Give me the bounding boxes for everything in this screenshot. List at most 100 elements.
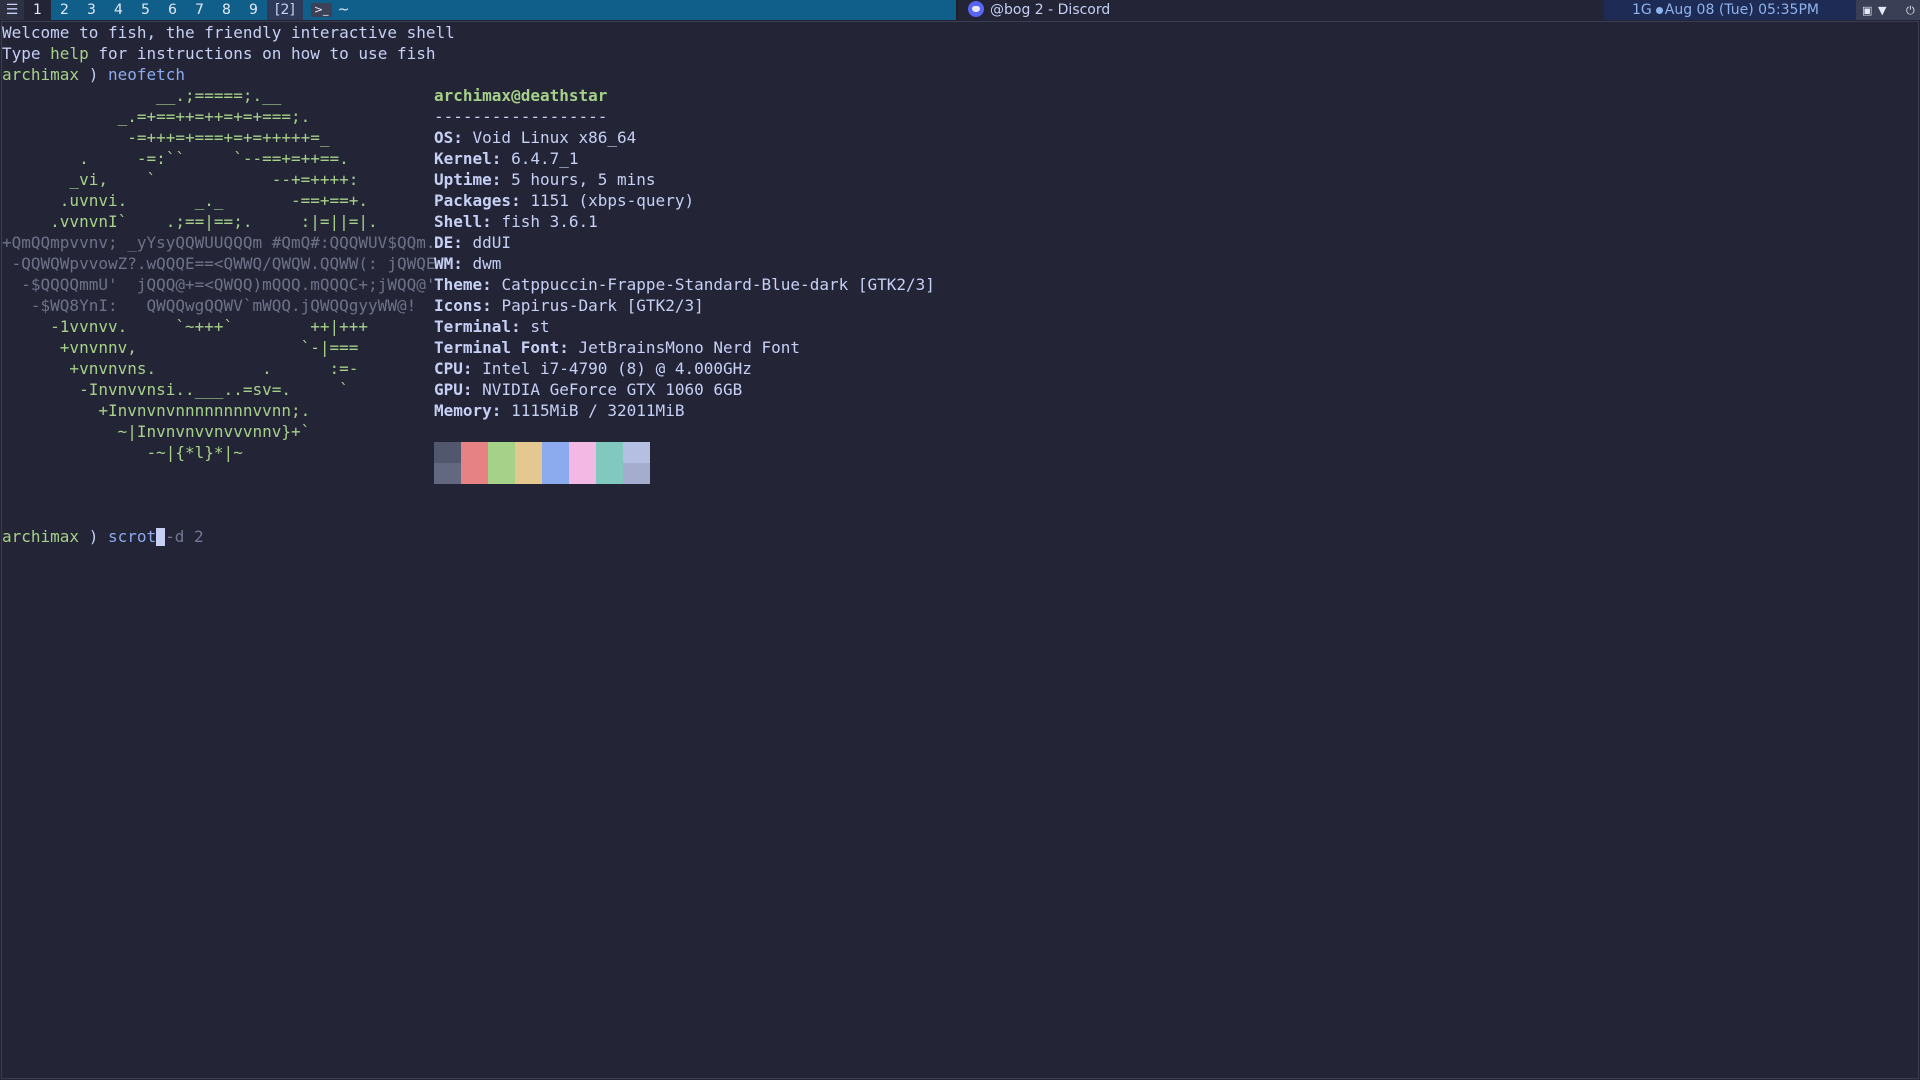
info-row: Packages: 1151 (xbps-query) <box>434 191 695 210</box>
info-row: WM: dwm <box>434 254 502 273</box>
info-key: Icons <box>434 296 483 315</box>
palette-swatch <box>434 442 461 463</box>
prompt-line-1: archimax ) neofetch <box>2 64 185 85</box>
palette-swatch <box>461 463 488 484</box>
terminal-icon: >_ <box>310 3 332 17</box>
info-row: GPU: NVIDIA GeForce GTX 1060 6GB <box>434 380 743 399</box>
help-pre: Type <box>2 44 51 63</box>
window-title-text: @bog 2 - Discord <box>990 2 1111 18</box>
memory-status: 1G <box>1632 2 1652 18</box>
top-bar: ☰ 1 2 3 4 5 6 7 8 9 [2] >_ ~ @bog 2 - Discord 1G Aug… <box>0 0 1920 20</box>
info-value: NVIDIA GeForce GTX 1060 6GB <box>482 380 743 399</box>
info-key: Uptime <box>434 170 492 189</box>
datetime: Aug 08 (Tue) 05:35PM <box>1664 2 1819 18</box>
info-key: CPU <box>434 359 463 378</box>
logo-line: -$WQ8YnI: QWQQwgQQWV`mWQQ.jQWQQgyyWW@! <box>2 296 417 315</box>
logo-line: +Invnvnvnnnnnnnnvvnn;. <box>2 401 311 420</box>
logo-line: .uvnvi. _._ -==+==+. <box>2 191 369 210</box>
info-key: Shell <box>434 212 483 231</box>
info-value: 6.4.7_1 <box>511 149 579 168</box>
palette-swatch <box>461 442 488 463</box>
terminal-window[interactable]: Welcome to fish, the friendly interactiv… <box>1 21 1919 1079</box>
logo-line: -Invnvvnsi..___..=sv=. ` <box>2 380 349 399</box>
info-row: Memory: 1115MiB / 32011MiB <box>434 401 685 420</box>
logo-line: . -=:`` `--==+=++==. <box>2 149 349 168</box>
info-value: Void Linux x86_64 <box>472 128 637 147</box>
logo-line: -~|{*l}*|~ <box>2 443 243 462</box>
userhost: archimax@deathstar <box>434 86 608 105</box>
palette-swatch <box>542 463 569 484</box>
logo-line: -=+++=+===+=+=+++++=_ <box>2 128 330 147</box>
info-separator: ------------------ <box>434 107 608 126</box>
info-value: Intel i7-4790 (8) @ 4.000GHz <box>482 359 752 378</box>
tag-2[interactable]: 2 <box>51 0 78 20</box>
tag-7[interactable]: 7 <box>186 0 213 20</box>
palette-swatch <box>488 463 515 484</box>
info-row: Kernel: 6.4.7_1 <box>434 149 579 168</box>
info-key: Kernel <box>434 149 492 168</box>
info-key: OS <box>434 128 454 147</box>
info-value: 5 hours, 5 mins <box>511 170 656 189</box>
info-key: Packages <box>434 191 512 210</box>
clock-dot-icon <box>1655 6 1663 14</box>
tag-5[interactable]: 5 <box>132 0 159 20</box>
info-row: Terminal: st <box>434 317 550 336</box>
logo-line: -QQWQWpvvowZ?.wQQQE==<QWWQ/QWQW.QQWW(: j… <box>2 254 436 273</box>
logo-line: -$QQQQmmU' jQQQ@+=<QWQQ)mQQQ.mQQQC+;jWQQ… <box>2 275 436 294</box>
command-neofetch: neofetch <box>107 65 186 84</box>
help-post: for instructions on how to use fish <box>88 44 436 63</box>
tag-8[interactable]: 8 <box>213 0 240 20</box>
info-row: Theme: Catppuccin-Frappe-Standard-Blue-d… <box>434 275 935 294</box>
system-tray: ▣ ▼ ⏻ <box>1856 0 1920 20</box>
info-row: Terminal Font: JetBrainsMono Nerd Font <box>434 338 801 357</box>
info-row: Uptime: 5 hours, 5 mins <box>434 170 656 189</box>
wifi-icon[interactable]: ▼ <box>1878 5 1886 16</box>
logo-line: +vnvnvns. . :=- <box>2 359 359 378</box>
palette-swatch <box>515 463 542 484</box>
autosuggestion: -d 2 <box>165 527 204 546</box>
logo-line: __.;=====;.__ <box>2 86 282 105</box>
palette-swatch <box>434 463 461 484</box>
tag-4[interactable]: 4 <box>105 0 132 20</box>
prompt-sep: ) <box>88 527 99 546</box>
tag-9[interactable]: 9 <box>240 0 267 20</box>
palette-swatch <box>569 463 596 484</box>
logo-line: _.=+==++=++=+=+===;. <box>2 107 311 126</box>
command-scrot: scrot <box>107 527 157 546</box>
info-value: fish 3.6.1 <box>501 212 598 231</box>
info-key: Theme <box>434 275 483 294</box>
layout-indicator[interactable]: [2] <box>267 0 303 20</box>
palette-swatch <box>596 442 623 463</box>
palette-swatch <box>596 463 623 484</box>
palette-swatch <box>569 442 596 463</box>
discord-icon <box>968 1 984 17</box>
info-value: Catppuccin-Frappe-Standard-Blue-dark [GT… <box>501 275 935 294</box>
info-value: 1151 (xbps-query) <box>530 191 695 210</box>
help-word: help <box>50 44 89 63</box>
info-row: CPU: Intel i7-4790 (8) @ 4.000GHz <box>434 359 752 378</box>
discord-tray-icon[interactable]: ▣ <box>1862 5 1872 16</box>
info-key: WM <box>434 254 454 273</box>
info-key: DE <box>434 233 454 252</box>
tag-6[interactable]: 6 <box>159 0 186 20</box>
menu-icon[interactable]: ☰ <box>0 0 24 20</box>
prompt-user: archimax <box>2 527 80 546</box>
help-line: Type help for instructions on how to use… <box>2 43 435 64</box>
palette-swatch <box>542 442 569 463</box>
info-row: Icons: Papirus-Dark [GTK2/3] <box>434 296 704 315</box>
tag-1[interactable]: 1 <box>24 0 51 20</box>
power-icon[interactable]: ⏻ <box>1906 5 1915 16</box>
info-key: Memory <box>434 401 492 420</box>
info-value: st <box>530 317 550 336</box>
palette-swatch <box>623 463 650 484</box>
prompt-user: archimax <box>2 65 80 84</box>
tag-3[interactable]: 3 <box>78 0 105 20</box>
info-key: GPU <box>434 380 463 399</box>
logo-line: .vvnvnI` .;==|==;. :|=||=|. <box>2 212 378 231</box>
info-row: OS: Void Linux x86_64 <box>434 128 637 147</box>
logo-line: ~|Invnvnvvnvvvnnv}+` <box>2 422 311 441</box>
info-value: dwm <box>472 254 502 273</box>
welcome-line: Welcome to fish, the friendly interactiv… <box>2 23 455 42</box>
prompt-line-2[interactable]: archimax ) scrot -d 2 <box>2 526 204 547</box>
logo-line: -1vvnvv. `~+++` ++|+++ <box>2 317 369 336</box>
